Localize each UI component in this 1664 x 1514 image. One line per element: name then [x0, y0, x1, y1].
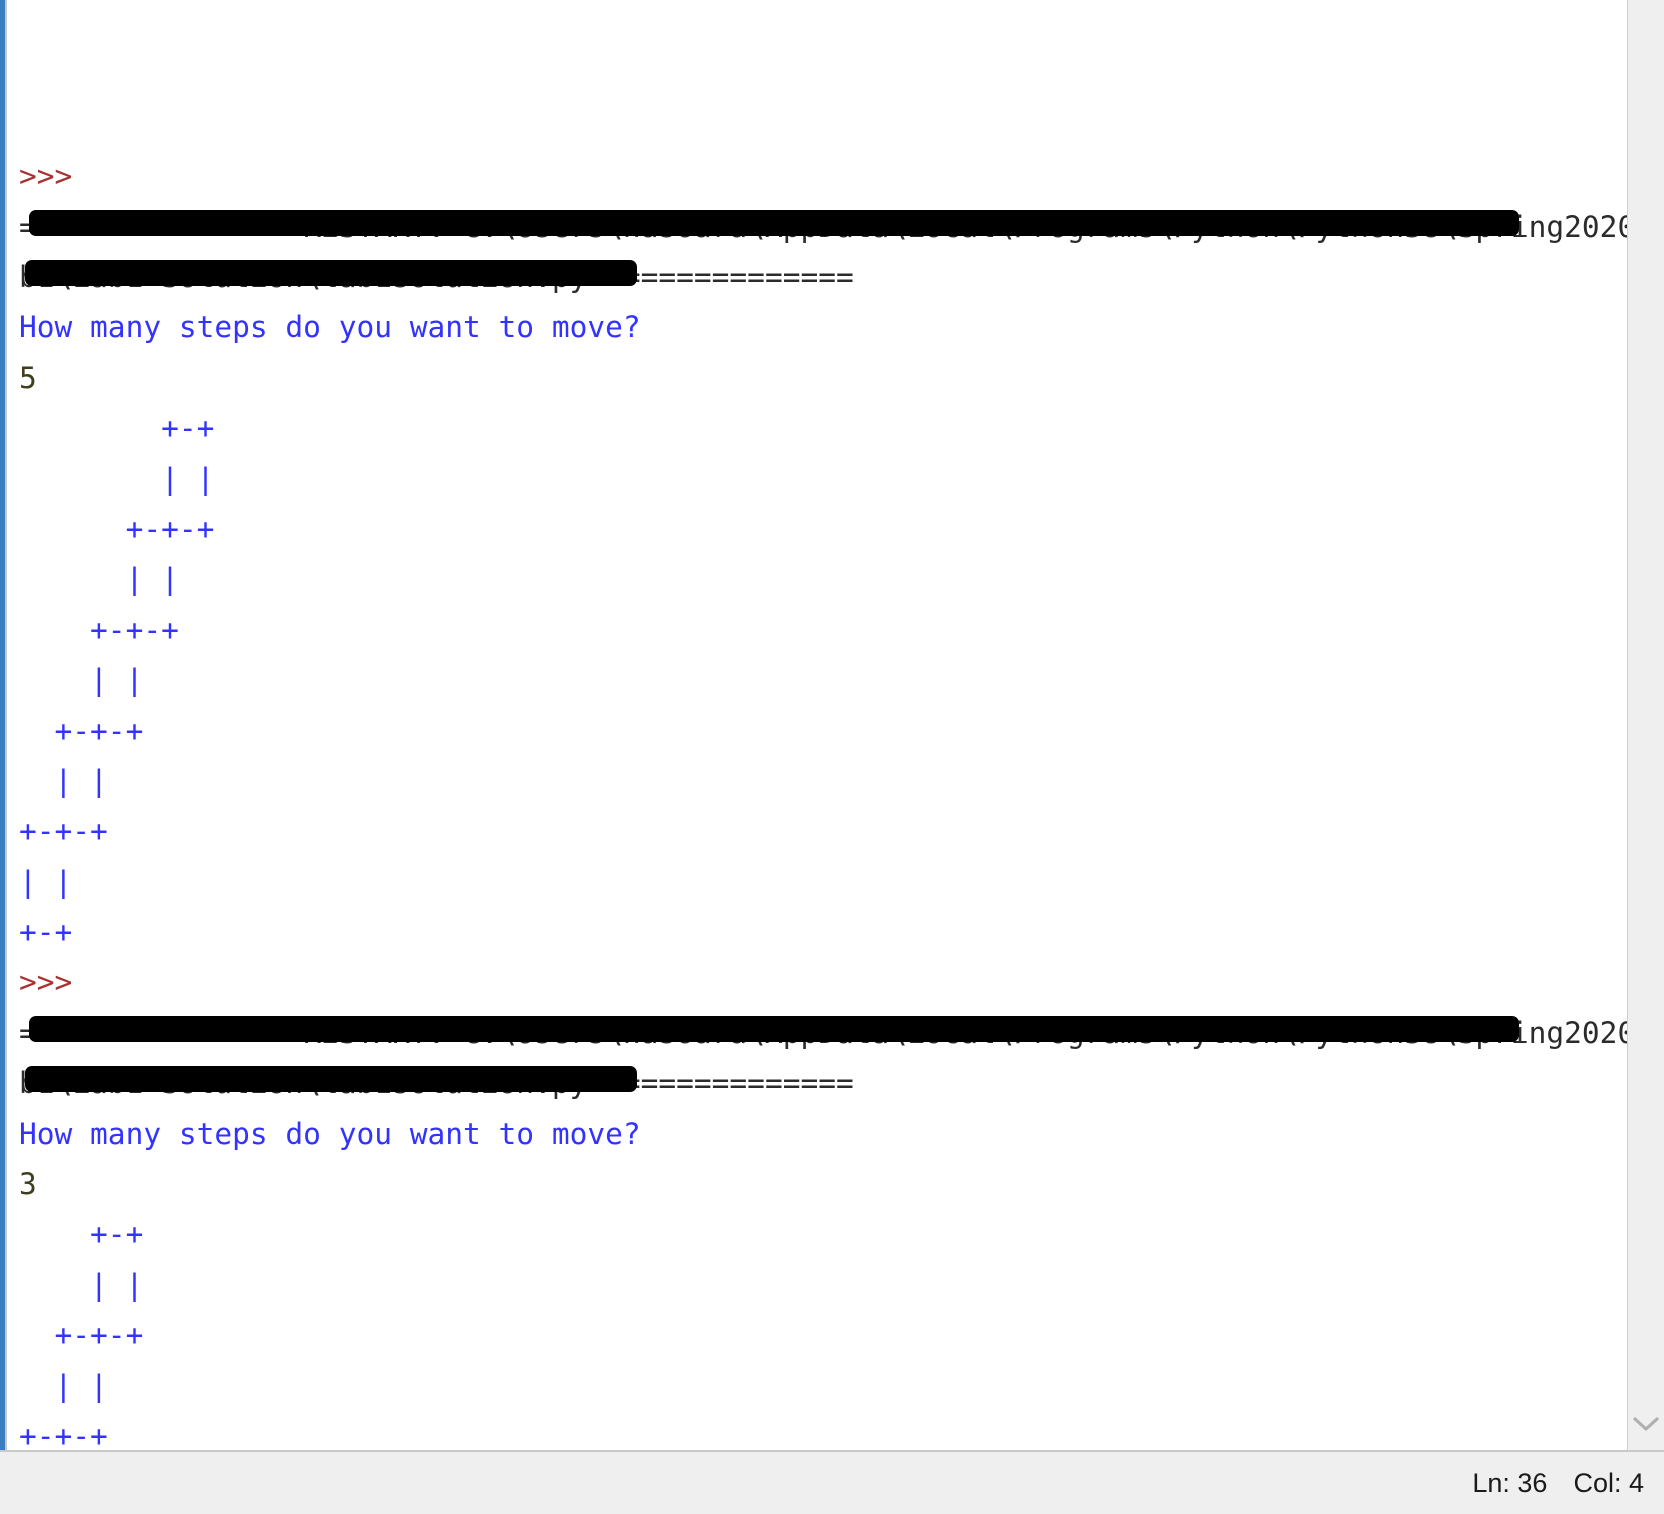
staircase-art-row: | |	[19, 461, 215, 496]
shell-prompt: >>>	[19, 965, 73, 1000]
redaction-bar-2	[25, 1065, 637, 1092]
scrollbar-down-button[interactable]	[1628, 1404, 1664, 1444]
status-bar: Ln: 36 Col: 4	[0, 1450, 1664, 1514]
text-focus-border	[0, 0, 7, 1450]
staircase-art-row: +-+-+	[19, 612, 179, 647]
shell-body: >>> =============== RESTART: C:\Users\nas…	[0, 0, 1664, 1450]
staircase-art-row: | |	[19, 562, 179, 597]
staircase-art-row: | |	[19, 763, 108, 798]
staircase-art-row: +-+	[19, 1217, 144, 1252]
staircase-art-row: | |	[19, 663, 144, 698]
prompt-question: How many steps do you want to move?	[19, 310, 641, 345]
redaction-bar-1	[29, 1015, 1519, 1042]
status-column-number: Col: 4	[1573, 1467, 1644, 1498]
redaction-bar-1	[29, 209, 1519, 236]
chevron-down-icon	[1633, 1417, 1659, 1431]
user-input-value: 3	[19, 1167, 37, 1202]
staircase-art-row: | |	[19, 1267, 144, 1302]
staircase-art-row: +-+-+	[19, 814, 108, 849]
staircase-art-row: +-+	[19, 411, 215, 446]
idle-shell-window: >>> =============== RESTART: C:\Users\nas…	[0, 0, 1664, 1514]
staircase-art-row: +-+	[19, 915, 73, 950]
shell-output-text[interactable]: >>> =============== RESTART: C:\Users\nas…	[7, 0, 1627, 1450]
staircase-art-row: | |	[19, 864, 73, 899]
user-input-value: 5	[19, 360, 37, 395]
staircase-art-row: +-+-+	[19, 1318, 144, 1353]
staircase-art-row: +-+-+	[19, 511, 215, 546]
restart-banner: =============== RESTART: C:\Users\nasoar…	[7, 1008, 1627, 1109]
restart-banner: =============== RESTART: C:\Users\nasoar…	[7, 202, 1627, 303]
staircase-art-row: +-+-+	[19, 713, 144, 748]
staircase-art-row: | |	[19, 1368, 108, 1403]
redaction-bar-2	[25, 259, 637, 286]
shell-prompt: >>>	[19, 159, 73, 194]
vertical-scrollbar[interactable]	[1627, 0, 1664, 1450]
staircase-art-row: +-+-+	[19, 1419, 108, 1450]
prompt-question: How many steps do you want to move?	[19, 1116, 641, 1151]
status-line-number: Ln: 36	[1472, 1467, 1548, 1498]
